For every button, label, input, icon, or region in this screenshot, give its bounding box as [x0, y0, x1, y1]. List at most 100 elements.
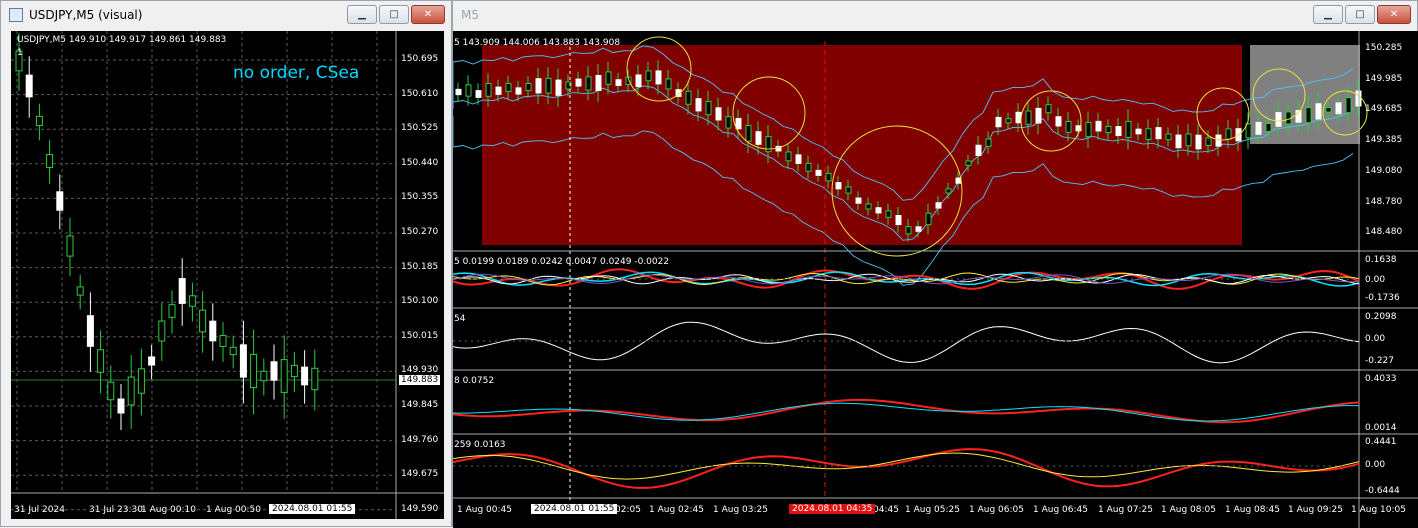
candle-body	[835, 182, 842, 190]
close-button[interactable]: ✕	[411, 5, 445, 24]
price-axis-label: 150.695	[401, 54, 439, 64]
left-chart-window: USDJPY,M5 (visual) ▁ □ ✕ USDJPY,M5 149.9…	[0, 0, 452, 527]
candle-body	[107, 381, 115, 401]
candle-body	[178, 278, 186, 304]
time-axis-label: 1 Aug 03:25	[713, 505, 768, 515]
candle-body	[148, 356, 156, 366]
candle-body	[605, 71, 612, 85]
time-axis-label: 1 Aug 09:25	[1288, 505, 1343, 515]
price-axis-label: 149.590	[401, 503, 439, 514]
right-titlebar[interactable]: M5	[453, 1, 1417, 29]
candle-body	[1175, 134, 1182, 149]
candle-body	[1165, 133, 1172, 141]
candle-body	[865, 203, 872, 210]
time-axis-label: 1 Aug 10:05	[1351, 505, 1406, 515]
symbol-info: 5 143.909 144.006 143.883 143.908	[454, 38, 621, 48]
maximize-button[interactable]: □	[379, 5, 409, 24]
candle-body	[137, 368, 145, 394]
right-price-chart[interactable]: 5 143.909 144.006 143.883 143.908 5 0.01…	[453, 31, 1418, 528]
oscillator-axis-label: 0.2098	[1365, 312, 1397, 322]
right-window-title: M5	[461, 8, 479, 22]
oscillator-axis-label: 0.00	[1365, 275, 1386, 285]
candle-body	[1145, 128, 1152, 141]
oscillator-3-info: 8 0.0752	[454, 376, 495, 386]
candle-body	[1255, 121, 1262, 135]
right-chart-window: M5 ▁ □ ✕ 5 143.909 144.006 143.883 143.9…	[452, 0, 1418, 528]
candle-body	[745, 125, 752, 142]
candle-body	[525, 83, 532, 91]
candle-body	[1185, 133, 1192, 147]
time-axis-label: 1 Aug 00:10	[141, 505, 196, 515]
candle-body	[1125, 120, 1132, 138]
candle-body	[1155, 127, 1162, 140]
right-chart-canvas	[453, 31, 1418, 528]
candle-body	[965, 160, 972, 166]
candle-body	[645, 70, 652, 82]
price-axis-label: 150.285	[1365, 43, 1403, 53]
maximize-button[interactable]: □	[1345, 5, 1375, 24]
candle-body	[705, 100, 712, 116]
candle-body	[915, 226, 922, 232]
candle-body	[1315, 103, 1322, 120]
candle-body	[1115, 126, 1122, 137]
candle-body	[985, 138, 992, 147]
minimize-button[interactable]: ▁	[347, 5, 377, 24]
candle-body	[1065, 120, 1072, 133]
candle-body	[1265, 123, 1272, 132]
price-axis-label: 148.780	[1365, 196, 1403, 207]
time-axis-label: 02:05	[615, 505, 641, 515]
candle-body	[545, 77, 552, 94]
candle-body	[1005, 118, 1012, 124]
candle-body	[1325, 107, 1332, 113]
oscillator-3-red-line	[453, 398, 1360, 424]
candle-body	[885, 210, 892, 218]
candle-body	[855, 197, 862, 204]
candle-body	[615, 79, 622, 86]
candle-body	[505, 83, 512, 92]
candle-body	[1205, 137, 1212, 146]
candle-body	[725, 116, 732, 129]
candle-body	[665, 78, 672, 90]
oscillator-axis-label: 0.4033	[1365, 374, 1397, 384]
close-button[interactable]: ✕	[1377, 5, 1411, 24]
chart-icon	[9, 8, 23, 22]
candle-body	[805, 162, 812, 172]
price-axis-label: 149.385	[1365, 135, 1403, 146]
candle-body	[825, 172, 832, 182]
left-window-title: USDJPY,M5 (visual)	[29, 8, 143, 22]
left-chart-canvas	[11, 31, 444, 519]
time-axis-label: 1 Aug 07:25	[1098, 505, 1153, 515]
candle-body	[66, 235, 74, 257]
candle-body	[76, 286, 84, 296]
candle-body	[785, 151, 792, 162]
candle-body	[1335, 102, 1342, 115]
candle-body	[199, 309, 207, 333]
oscillator-4-yellow-line	[453, 452, 1360, 480]
candle-body	[815, 169, 822, 176]
candle-body	[1275, 112, 1282, 127]
minimize-button[interactable]: ▁	[1313, 5, 1343, 24]
candle-body	[1245, 123, 1252, 139]
candle-body	[595, 74, 602, 92]
candle-body	[250, 353, 258, 389]
price-axis-label: 150.440	[401, 157, 439, 168]
candle-body	[270, 361, 278, 381]
candle-body	[188, 295, 196, 307]
oscillator-axis-label: -0.6444	[1365, 486, 1400, 496]
candle-body	[1345, 97, 1352, 114]
candle-body	[755, 131, 762, 145]
candle-body	[1135, 128, 1142, 135]
candle-body	[158, 320, 166, 342]
candle-body	[127, 376, 135, 406]
oscillator-axis-label: 0.1638	[1365, 255, 1397, 265]
candle-body	[575, 78, 582, 87]
left-price-chart[interactable]: USDJPY,M5 149.910 149.917 149.861 149.88…	[11, 31, 444, 519]
candle-body	[1195, 134, 1202, 150]
candle-body	[495, 86, 502, 95]
oscillator-axis-label: 0.0014	[1365, 423, 1397, 433]
candle-body	[945, 188, 952, 194]
time-axis-label: 1 Aug 06:05	[969, 505, 1024, 515]
candle-body	[1045, 104, 1052, 114]
candle-body	[485, 83, 492, 97]
price-axis-label: 149.930	[401, 365, 439, 376]
